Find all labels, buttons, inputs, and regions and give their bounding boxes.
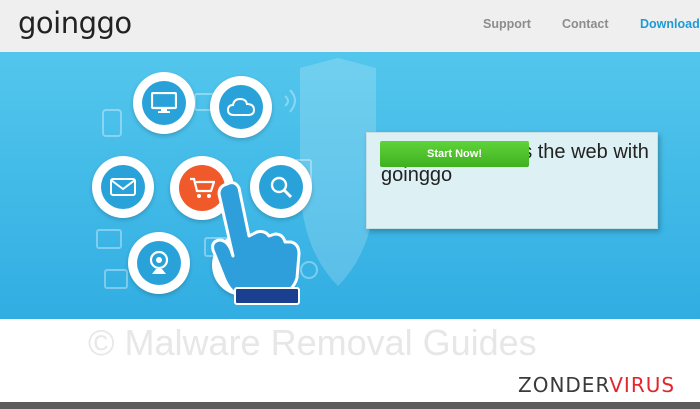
mail-icon-circle[interactable] xyxy=(92,156,154,218)
nav-support-link[interactable]: Support xyxy=(483,17,531,31)
monitor-icon xyxy=(151,92,177,113)
pointing-hand-icon xyxy=(211,181,301,305)
bottom-bar xyxy=(0,402,700,409)
nav-download-link[interactable]: Download xyxy=(640,17,700,31)
zondervirus-logo: ZONDERVIRUS xyxy=(518,373,675,397)
goinggo-logo[interactable]: goinggo xyxy=(18,6,132,40)
start-now-button[interactable]: Start Now! xyxy=(380,141,529,167)
cloud-icon xyxy=(227,97,255,116)
brand-part-two: VIRUS xyxy=(609,373,676,397)
hero-banner: Get going across the web with goinggo xyxy=(0,52,700,319)
webcam-icon xyxy=(149,250,169,274)
top-header: goinggo Support Contact Download xyxy=(0,0,700,52)
mail-icon xyxy=(110,178,136,196)
nav-contact-link[interactable]: Contact xyxy=(562,17,609,31)
cloud-icon-circle[interactable] xyxy=(210,76,272,138)
monitor-icon-circle[interactable] xyxy=(133,72,195,134)
brand-part-one: ZONDER xyxy=(518,373,610,397)
webcam-icon-circle[interactable] xyxy=(128,232,190,294)
watermark-text: © Malware Removal Guides xyxy=(88,322,537,363)
